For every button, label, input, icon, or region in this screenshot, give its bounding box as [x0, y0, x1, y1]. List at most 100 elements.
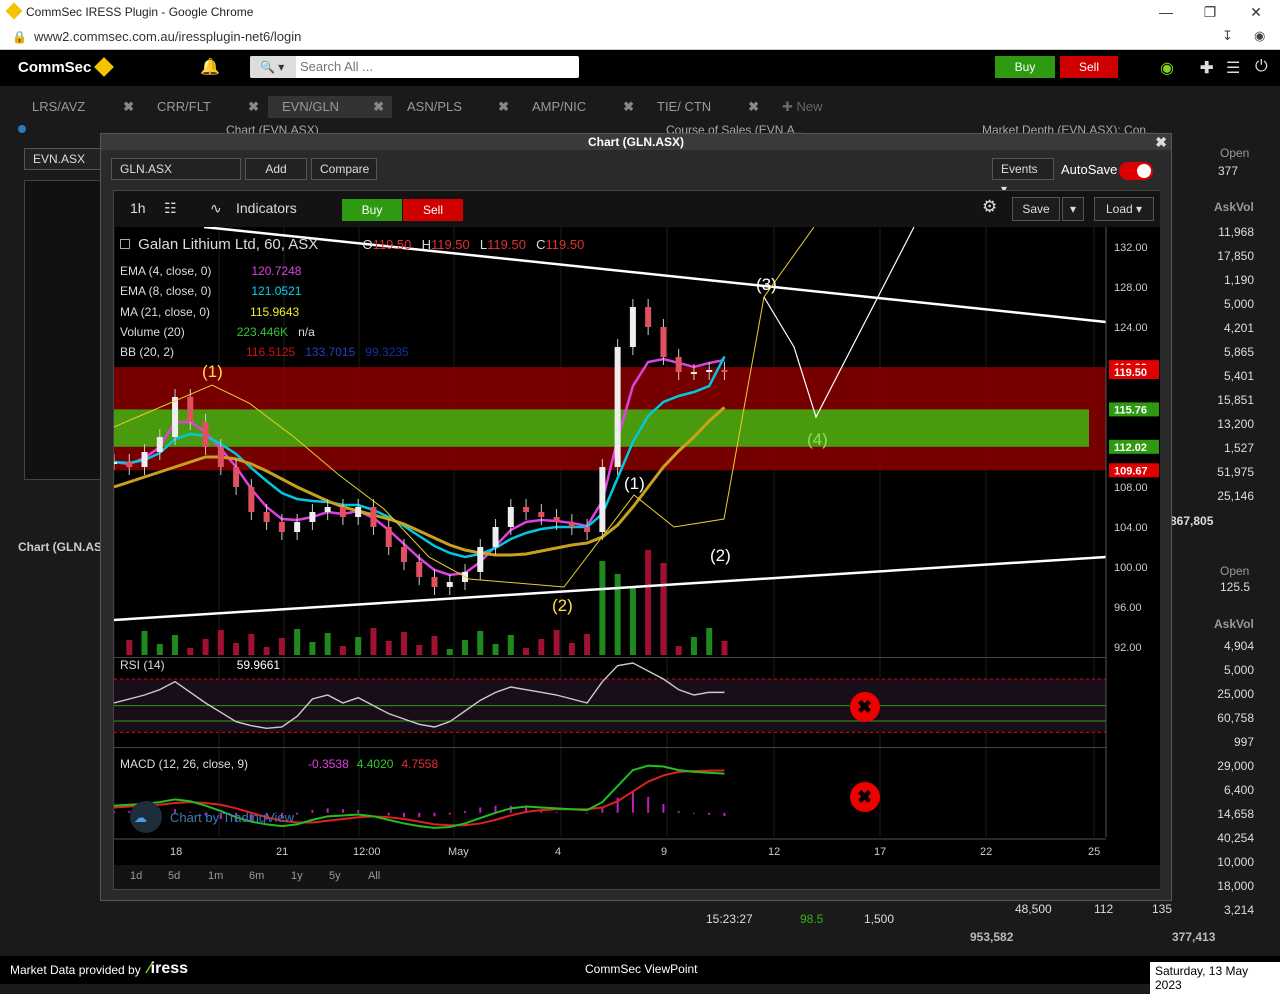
search-input[interactable]: [300, 59, 570, 74]
ma21-legend[interactable]: MA (21, close, 0) 115.9643: [120, 302, 409, 322]
open-label: O: [362, 237, 373, 252]
gear-icon[interactable]: ⚙: [982, 197, 997, 217]
macd-histogram-bar: [479, 807, 482, 813]
autosave-toggle[interactable]: [1119, 162, 1153, 180]
chart-sell-button[interactable]: Sell: [403, 199, 463, 221]
remove-macd-icon[interactable]: ✖: [850, 782, 880, 812]
header-buy-button[interactable]: Buy: [995, 56, 1055, 78]
volume-bar: [584, 634, 591, 655]
search-menu-button[interactable]: 🔍 ▾: [250, 56, 296, 78]
plus-icon[interactable]: ✚: [1200, 58, 1213, 78]
app-icon: [5, 2, 23, 20]
symbol-title: Galan Lithium Ltd, 60, ASX: [138, 236, 319, 253]
close-tab-icon[interactable]: ✖: [498, 96, 509, 118]
rsi-legend[interactable]: RSI (14) 59.9661: [120, 658, 280, 672]
events-dropdown[interactable]: Events ▾: [992, 158, 1054, 196]
indicators-button[interactable]: Indicators: [236, 200, 297, 216]
volume-bar: [294, 629, 301, 655]
indicators-icon[interactable]: ∿: [210, 200, 222, 217]
tab-amp-nic[interactable]: AMP/NIC ✖: [518, 96, 642, 118]
rsi-pane[interactable]: 80.000060.000040.000070.031950.310238.56…: [114, 661, 1159, 740]
volume-bar: [156, 644, 163, 655]
commsec-logo[interactable]: CommSec: [18, 57, 115, 77]
close-tab-icon[interactable]: ✖: [123, 96, 134, 118]
add-button[interactable]: Add: [245, 158, 307, 180]
askvol-cell: 6,400: [1223, 783, 1254, 797]
volume-bar: [263, 647, 270, 655]
tab-lrs-avz[interactable]: LRS/AVZ ✖: [18, 96, 142, 118]
bb-legend[interactable]: BB (20, 2) 116.5125 133.7015 99.3235: [120, 342, 409, 362]
macd-histogram-bar: [677, 811, 680, 813]
lightbulb-icon[interactable]: ◉: [1160, 58, 1174, 78]
chart-buy-button[interactable]: Buy: [342, 199, 402, 221]
range-1d[interactable]: 1d: [130, 870, 142, 882]
candle-body: [202, 422, 209, 447]
time-tick-label: 9: [661, 846, 667, 858]
restore-icon[interactable]: ❐: [1200, 2, 1220, 22]
volume-bar: [187, 648, 194, 655]
bg-askvol-total: 867,805: [1170, 514, 1214, 528]
ema4-legend[interactable]: EMA (4, close, 0) 120.7248: [120, 261, 409, 281]
range-1y[interactable]: 1y: [291, 870, 303, 882]
power-icon[interactable]: ⏻: [1255, 58, 1268, 76]
candle-body: [675, 357, 682, 372]
price-tag-label: 119.50: [1114, 367, 1147, 379]
close-tab-icon[interactable]: ✖: [373, 96, 384, 118]
volume-bar: [599, 561, 606, 655]
new-tab-button[interactable]: ✚ New: [768, 96, 848, 118]
candle-body: [706, 370, 713, 372]
askvol-cell: 1,190: [1223, 273, 1254, 287]
save-button[interactable]: Save: [1012, 197, 1060, 221]
header-sell-button[interactable]: Sell: [1060, 56, 1118, 78]
save-dropdown-icon[interactable]: ▾: [1062, 197, 1084, 221]
bg-cos-time: 15:23:27: [706, 912, 753, 926]
bg-open-value-2: 125.5: [1220, 580, 1251, 594]
close-tab-icon[interactable]: ✖: [248, 96, 259, 118]
price-tick-label: 92.00: [1114, 642, 1142, 654]
url-text[interactable]: www2.commsec.com.au/iressplugin-net6/log…: [34, 29, 301, 44]
price-tag-label: 115.76: [1114, 404, 1147, 416]
volume-legend[interactable]: Volume (20) 223.446K n/a: [120, 322, 409, 342]
interval-button[interactable]: 1h: [130, 200, 146, 216]
bell-icon[interactable]: 🔔: [200, 57, 220, 77]
volume-bar: [690, 637, 697, 655]
range-1m[interactable]: 1m: [208, 870, 223, 882]
candle-body: [721, 370, 728, 372]
search-box[interactable]: 🔍 ▾: [250, 56, 579, 78]
tab-crr-flt[interactable]: CRR/FLT ✖: [143, 96, 267, 118]
close-tab-icon[interactable]: ✖: [623, 96, 634, 118]
menu-icon[interactable]: ☰: [1226, 58, 1240, 78]
macd-legend[interactable]: MACD (12, 26, close, 9) -0.3538 4.4020 4.75…: [120, 757, 438, 771]
symbol-input[interactable]: GLN.ASX: [111, 158, 241, 180]
range-6m[interactable]: 6m: [249, 870, 264, 882]
ema8-legend[interactable]: EMA (8, close, 0) 121.0521: [120, 281, 409, 301]
minimize-icon[interactable]: —: [1156, 2, 1176, 22]
close-dialog-icon[interactable]: ✖: [1155, 134, 1167, 150]
bg-askvol-list: 11,968 17,850 1,190 5,000 4,201 5,865 5,401 15,…: [1170, 220, 1254, 508]
range-5d[interactable]: 5d: [168, 870, 180, 882]
range-all[interactable]: All: [368, 870, 380, 882]
candlestick-icon[interactable]: ☷: [164, 200, 177, 217]
askvol-cell: 25,146: [1217, 489, 1254, 503]
bg-chart-gln-label: Chart (GLN.AS: [18, 540, 102, 554]
range-5y[interactable]: 5y: [329, 870, 341, 882]
bg-symbol-field[interactable]: EVN.ASX: [24, 148, 104, 170]
tab-evn-gln[interactable]: EVN/GLN ✖: [268, 96, 392, 118]
tab-asn-pls[interactable]: ASN/PLS ✖: [393, 96, 517, 118]
chart-dialog-title-bar[interactable]: Chart (GLN.ASX) ✖: [101, 134, 1171, 150]
collapse-icon[interactable]: [120, 239, 130, 249]
compare-button[interactable]: Compare: [311, 158, 377, 180]
remove-rsi-icon[interactable]: ✖: [850, 692, 880, 722]
tab-tie-ctn[interactable]: TIE/ CTN ✖: [643, 96, 767, 118]
load-dropdown[interactable]: Load ▾: [1094, 197, 1154, 221]
close-tab-icon[interactable]: ✖: [748, 96, 759, 118]
download-icon[interactable]: ↧: [1222, 28, 1233, 44]
candle-body: [492, 527, 499, 547]
address-bar[interactable]: 🔒 www2.commsec.com.au/iressplugin-net6/l…: [0, 24, 1280, 50]
price-tick-label: 96.00: [1114, 602, 1142, 614]
askvol-cell: 4,201: [1223, 321, 1254, 335]
lower-trendline[interactable]: [114, 555, 1107, 622]
eye-icon[interactable]: ◉: [1254, 28, 1265, 44]
close-window-icon[interactable]: ✕: [1246, 2, 1266, 22]
chart-dialog-title: Chart (GLN.ASX): [588, 135, 684, 149]
